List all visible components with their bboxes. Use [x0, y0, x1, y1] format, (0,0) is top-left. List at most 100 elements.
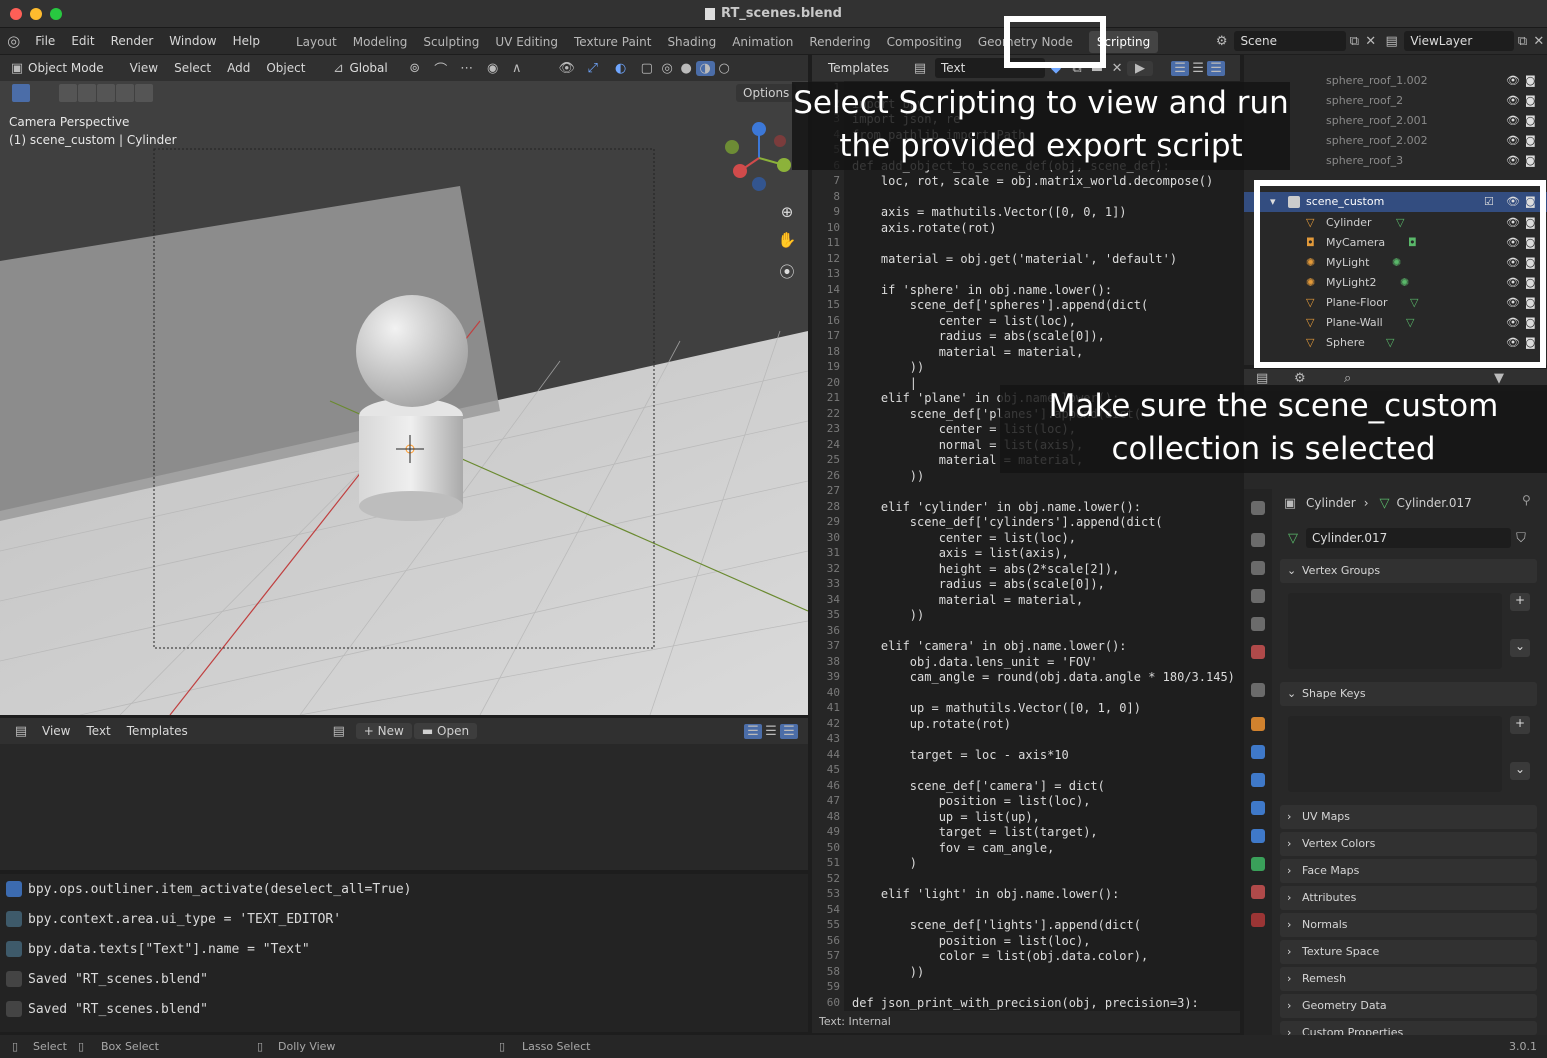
- code-line[interactable]: cam_angle = round(obj.data.angle * 180/3…: [852, 670, 1235, 684]
- code-line[interactable]: if 'sphere' in obj.name.lower():: [852, 283, 1112, 297]
- new-viewlayer-icon[interactable]: ⧉: [1514, 34, 1530, 49]
- add-vertex-group-button[interactable]: +: [1510, 593, 1530, 611]
- transform-orientation-dropdown[interactable]: Global: [349, 61, 387, 75]
- code-line[interactable]: fov = cam_angle,: [852, 841, 1055, 855]
- workspace-tab-shading[interactable]: Shading: [659, 31, 724, 53]
- constraints-tab-icon[interactable]: [1251, 829, 1265, 843]
- add-shape-key-button[interactable]: +: [1510, 716, 1530, 734]
- code-line[interactable]: position = list(loc),: [852, 794, 1091, 808]
- pivot-point-icon[interactable]: ⊚: [402, 61, 428, 76]
- select-intersect-mode-icon[interactable]: [134, 84, 153, 102]
- vertex-groups-list[interactable]: [1288, 593, 1502, 669]
- menu-help[interactable]: Help: [225, 28, 268, 54]
- visibility-eye-icon[interactable]: 👁: [1506, 111, 1520, 131]
- code-line[interactable]: up = list(up),: [852, 810, 1040, 824]
- info-log-entry[interactable]: bpy.context.area.ui_type = 'TEXT_EDITOR': [28, 912, 341, 927]
- workspace-tab-modeling[interactable]: Modeling: [345, 31, 416, 53]
- code-line[interactable]: elif 'camera' in obj.name.lower():: [852, 639, 1127, 653]
- pin-icon[interactable]: ⚲: [1522, 493, 1531, 507]
- word-wrap-toggle-icon[interactable]: ☰: [1189, 61, 1207, 76]
- code-line[interactable]: center = list(loc),: [852, 531, 1076, 545]
- line-numbers-toggle-icon[interactable]: ☰: [1171, 60, 1190, 76]
- code-line[interactable]: elif 'cylinder' in obj.name.lower():: [852, 500, 1141, 514]
- viewport-menu-view[interactable]: View: [122, 55, 166, 81]
- render-camera-icon[interactable]: ◙: [1525, 131, 1536, 151]
- code-line[interactable]: radius = abs(scale[0]),: [852, 329, 1105, 343]
- visibility-eye-icon[interactable]: 👁: [1506, 151, 1520, 171]
- workspace-tab-sculpting[interactable]: Sculpting: [415, 31, 487, 53]
- code-line[interactable]: target = loc - axis*10: [852, 748, 1069, 762]
- menu-window[interactable]: Window: [161, 28, 224, 54]
- options-dropdown[interactable]: Options: [736, 84, 797, 102]
- render-tab-icon[interactable]: [1251, 533, 1265, 547]
- workspace-tab-uv-editing[interactable]: UV Editing: [487, 31, 566, 53]
- code-line[interactable]: up.rotate(rot): [852, 717, 1011, 731]
- lower-menu-view[interactable]: View: [34, 718, 78, 744]
- output-tab-icon[interactable]: [1251, 561, 1265, 575]
- workspace-tab-compositing[interactable]: Compositing: [879, 31, 970, 53]
- delete-viewlayer-icon[interactable]: ✕: [1531, 34, 1547, 49]
- xray-toggle-icon[interactable]: ▢: [636, 61, 658, 76]
- text-browse-icon[interactable]: ▤: [909, 61, 931, 76]
- syntax-highlight-toggle-icon[interactable]: ☰: [1207, 60, 1226, 76]
- outliner-item[interactable]: sphere_roof_2: [1326, 91, 1403, 111]
- zoom-icon[interactable]: ⊕: [777, 203, 797, 221]
- scene-field[interactable]: Scene: [1234, 31, 1347, 51]
- menu-file[interactable]: File: [27, 28, 63, 54]
- visibility-eye-icon[interactable]: 👁: [1506, 91, 1520, 111]
- shading-wireframe-icon[interactable]: ◎: [658, 61, 677, 76]
- section-geometry-data[interactable]: › Geometry Data: [1280, 994, 1537, 1018]
- scene-selector-icon[interactable]: ⚙: [1209, 34, 1234, 49]
- section-normals[interactable]: › Normals: [1280, 913, 1537, 937]
- code-line[interactable]: axis = mathutils.Vector([0, 0, 1]): [852, 205, 1127, 219]
- open-text-button[interactable]: ▬ Open: [413, 723, 478, 739]
- code-line[interactable]: radius = abs(scale[0]),: [852, 577, 1105, 591]
- code-line[interactable]: scene_def['cylinders'].append(dict(: [852, 515, 1163, 529]
- gizmo-toggle-icon[interactable]: ⤢: [580, 61, 606, 76]
- code-line[interactable]: target = list(target),: [852, 825, 1098, 839]
- shape-key-specials-button[interactable]: ⌄: [1510, 762, 1530, 780]
- lower-menu-text[interactable]: Text: [78, 718, 118, 744]
- modifier-tab-icon[interactable]: [1251, 745, 1265, 759]
- editor-type-icon[interactable]: ▤: [1256, 371, 1268, 386]
- code-line[interactable]: )): [852, 360, 924, 374]
- code-line[interactable]: loc, rot, scale = obj.matrix_world.decom…: [852, 174, 1213, 188]
- visibility-eye-icon[interactable]: 👁: [1506, 71, 1520, 91]
- world-tab-icon[interactable]: [1251, 645, 1265, 659]
- code-line[interactable]: color = list(obj.data.color),: [852, 949, 1149, 963]
- mode-dropdown[interactable]: Object Mode: [28, 61, 104, 75]
- fake-user-shield-icon[interactable]: ⛉: [1511, 531, 1531, 546]
- code-line[interactable]: def json_print_with_precision(obj, preci…: [852, 996, 1199, 1010]
- viewport-menu-select[interactable]: Select: [166, 55, 219, 81]
- blender-logo-icon[interactable]: ◎: [0, 32, 27, 50]
- object-tab-icon[interactable]: [1251, 717, 1265, 731]
- workspace-tab-layout[interactable]: Layout: [288, 31, 345, 53]
- scene-tab-icon[interactable]: [1251, 617, 1265, 631]
- shading-rendered-icon[interactable]: ○: [715, 61, 734, 76]
- workspace-tab-texture-paint[interactable]: Texture Paint: [566, 31, 659, 53]
- run-script-icon[interactable]: ▶: [1127, 60, 1154, 76]
- section-attributes[interactable]: › Attributes: [1280, 886, 1537, 910]
- viewlayer-field[interactable]: ViewLayer: [1404, 31, 1515, 51]
- 3d-viewport[interactable]: Options Camera Perspective (1) scene_cus…: [0, 81, 808, 715]
- section-vertex-colors[interactable]: › Vertex Colors: [1280, 832, 1537, 856]
- outliner-item[interactable]: sphere_roof_3: [1326, 151, 1403, 171]
- tool-tab-icon[interactable]: [1251, 501, 1265, 515]
- section-remesh[interactable]: › Remesh: [1280, 967, 1537, 991]
- editor-type-icon[interactable]: ▤: [8, 724, 34, 739]
- section-uv-maps[interactable]: › UV Maps: [1280, 805, 1537, 829]
- viewport-menu-add[interactable]: Add: [219, 55, 258, 81]
- falloff-icon[interactable]: ∧: [506, 61, 528, 76]
- code-line[interactable]: scene_def['spheres'].append(dict(: [852, 298, 1148, 312]
- workspace-tab-rendering[interactable]: Rendering: [801, 31, 878, 53]
- outliner-item[interactable]: sphere_roof_1.002: [1326, 71, 1428, 91]
- unlink-text-icon[interactable]: ✕: [1107, 61, 1127, 76]
- text-editor-code-area[interactable]: 1234567891011121314151617181920212223242…: [812, 81, 1240, 1011]
- code-line[interactable]: axis.rotate(rot): [852, 221, 997, 235]
- line-numbers-toggle-icon[interactable]: ☰: [744, 723, 762, 739]
- code-line[interactable]: scene_def['camera'] = dict(: [852, 779, 1105, 793]
- code-line[interactable]: |: [852, 376, 917, 390]
- select-extend-mode-icon[interactable]: [77, 84, 96, 102]
- code-line[interactable]: )): [852, 608, 924, 622]
- info-log-entry[interactable]: bpy.data.texts["Text"].name = "Text": [28, 942, 310, 957]
